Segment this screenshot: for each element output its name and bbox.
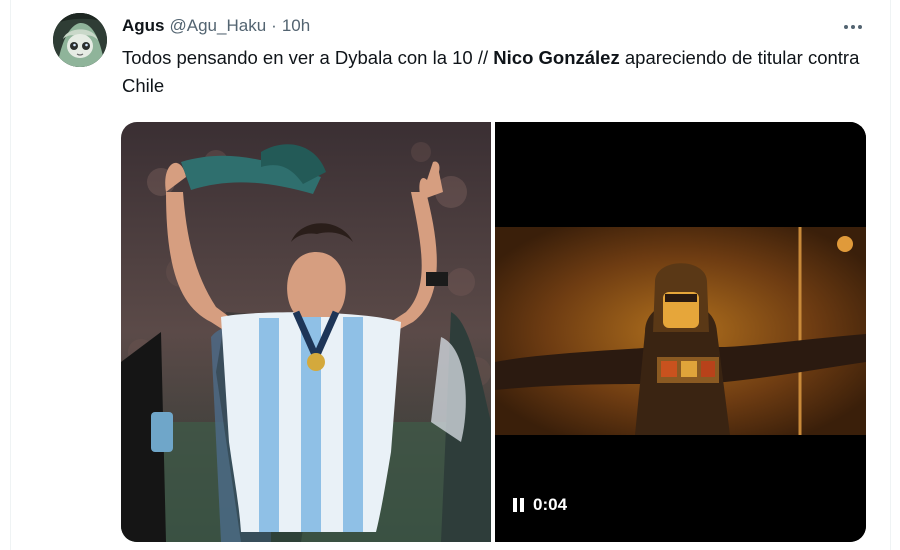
timeline-border-left bbox=[10, 0, 11, 550]
media-photo[interactable] bbox=[121, 122, 491, 542]
more-options-icon bbox=[844, 25, 862, 29]
video-time-overlay: 0:04 bbox=[513, 495, 567, 515]
tweet-header: Agus @Agu_Haku · 10h bbox=[122, 14, 310, 38]
pause-icon[interactable] bbox=[513, 498, 524, 512]
header-separator: · bbox=[271, 16, 277, 35]
avatar-image bbox=[53, 13, 107, 67]
tweet-media: 0:04 bbox=[121, 122, 866, 542]
concert-performer-video bbox=[495, 122, 866, 542]
media-video[interactable]: 0:04 bbox=[495, 122, 866, 542]
soccer-player-celebrating-photo bbox=[121, 122, 491, 542]
author-handle[interactable]: @Agu_Haku bbox=[170, 16, 267, 36]
tweet-text-bold: Nico González bbox=[493, 47, 620, 68]
tweet-timestamp[interactable]: 10h bbox=[282, 16, 310, 36]
timeline-border-right bbox=[890, 0, 891, 550]
author-display-name[interactable]: Agus bbox=[122, 16, 165, 36]
tweet-text-part1: Todos pensando en ver a Dybala con la 10… bbox=[122, 47, 494, 68]
more-options-button[interactable] bbox=[836, 12, 870, 42]
tweet-text: Todos pensando en ver a Dybala con la 10… bbox=[122, 44, 862, 100]
avatar[interactable] bbox=[53, 13, 107, 67]
video-time: 0:04 bbox=[533, 495, 568, 514]
